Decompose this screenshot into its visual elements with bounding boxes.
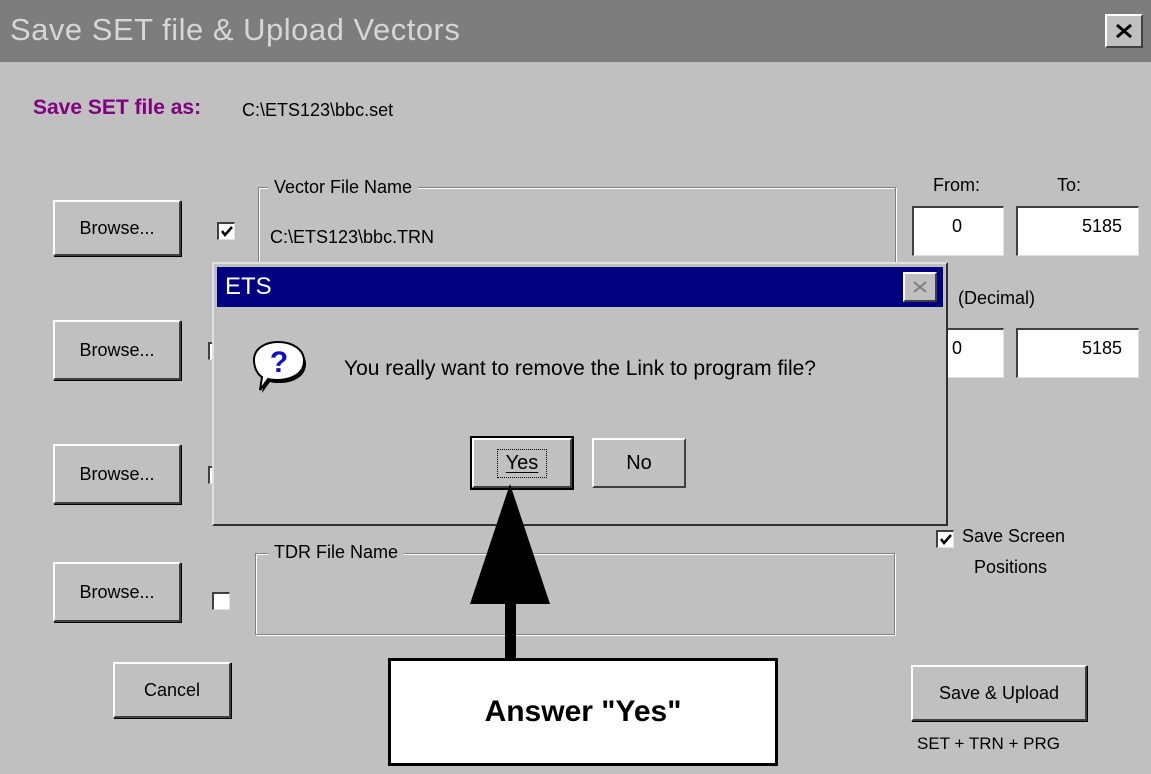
browse-button-tdr[interactable]: Browse... — [53, 562, 181, 622]
checkmark-icon — [940, 534, 952, 545]
browse-button-3[interactable]: Browse... — [53, 444, 181, 504]
save-set-path: C:\ETS123\bbc.set — [242, 100, 394, 120]
annotation-callout: Answer "Yes" — [388, 658, 778, 766]
to-decimal-input[interactable]: 5185 — [1016, 328, 1139, 378]
main-window: Save SET file & Upload Vectors Save SET … — [0, 0, 1151, 774]
checkmark-icon — [221, 226, 233, 237]
close-icon — [1116, 23, 1132, 39]
close-icon — [913, 281, 927, 293]
save-screen-label-line1: Save Screen — [962, 526, 1066, 546]
yes-button[interactable]: Yes — [470, 436, 574, 490]
no-button-label: No — [626, 451, 652, 474]
dialog-title: ETS — [225, 273, 272, 300]
save-screen-label-line2: Positions — [974, 557, 1048, 577]
save-upload-button[interactable]: Save & Upload — [911, 665, 1087, 721]
browse-button-2[interactable]: Browse... — [53, 320, 181, 380]
tdr-file-groupbox — [255, 553, 895, 635]
vector-file-checkbox[interactable] — [217, 222, 235, 240]
question-icon: ? — [252, 340, 306, 393]
window-close-button[interactable] — [1105, 14, 1143, 48]
browse-button-vector[interactable]: Browse... — [53, 200, 181, 256]
save-screen-positions-checkbox[interactable] — [936, 530, 954, 548]
dialog-message: You really want to remove the Link to pr… — [344, 357, 816, 380]
to-address-input[interactable]: 5185 — [1016, 206, 1139, 256]
tdr-file-checkbox[interactable] — [212, 592, 230, 610]
confirm-dialog: ETS ? You really want to remove the Link… — [212, 262, 948, 526]
from-address-input[interactable]: 0 — [912, 206, 1004, 256]
callout-arrow-icon — [470, 484, 550, 660]
save-upload-caption: SET + TRN + PRG — [917, 734, 1060, 753]
vector-file-value: C:\ETS123\bbc.TRN — [270, 227, 435, 247]
window-titlebar[interactable]: Save SET file & Upload Vectors — [0, 0, 1151, 62]
from-label: From: — [933, 175, 980, 195]
cancel-button[interactable]: Cancel — [113, 662, 231, 718]
vector-file-title: Vector File Name — [268, 177, 419, 198]
dialog-close-button[interactable] — [903, 272, 937, 302]
save-set-label: Save SET file as: — [33, 96, 202, 119]
window-title: Save SET file & Upload Vectors — [10, 12, 461, 47]
svg-text:?: ? — [270, 346, 288, 379]
to-label: To: — [1057, 175, 1082, 195]
tdr-file-title: TDR File Name — [268, 542, 405, 563]
no-button[interactable]: No — [592, 438, 686, 488]
decimal-label: (Decimal) — [958, 288, 1036, 308]
yes-button-label: Yes — [496, 448, 548, 478]
dialog-titlebar[interactable]: ETS — [217, 267, 943, 307]
